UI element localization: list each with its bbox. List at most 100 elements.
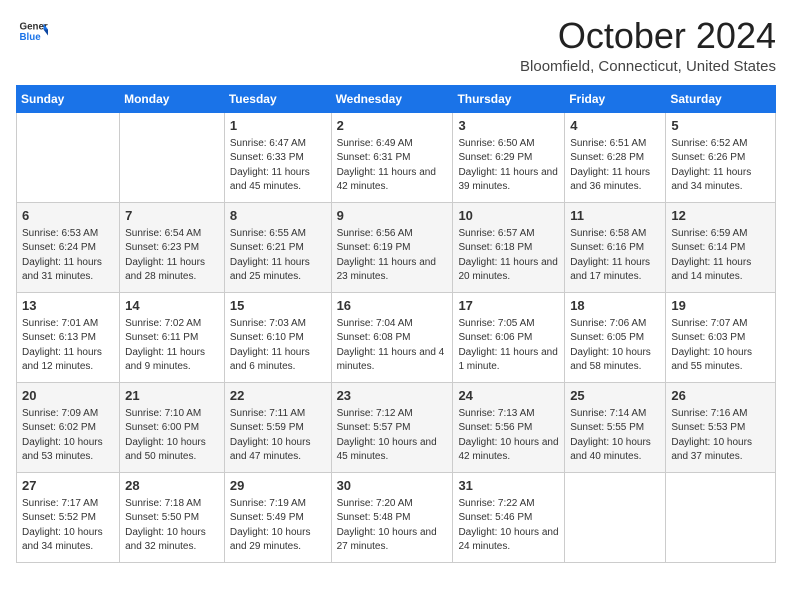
calendar-cell: 23 Sunrise: 7:12 AM Sunset: 5:57 PM Dayli… <box>331 382 453 472</box>
day-number: 15 <box>230 297 326 315</box>
calendar-cell: 19Sunrise: 7:07 AM Sunset: 6:03 PM Dayli… <box>666 292 776 382</box>
day-number: 24 <box>458 387 559 405</box>
calendar-week-1: 1 Sunrise: 6:47 AM Sunset: 6:33 PM Daylig… <box>17 112 776 202</box>
day-info: Sunrise: 7:13 AM Sunset: 5:56 PM Dayligh… <box>458 407 559 465</box>
day-number: 21 <box>125 387 219 405</box>
calendar-week-4: 20Sunrise: 7:09 AM Sunset: 6:02 PM Dayli… <box>17 382 776 472</box>
calendar-cell: 13 Sunrise: 7:01 AM Sunset: 6:13 PM Dayli… <box>17 292 120 382</box>
col-tuesday: Tuesday <box>224 85 331 112</box>
calendar-cell: 16Sunrise: 7:04 AM Sunset: 6:08 PM Dayli… <box>331 292 453 382</box>
day-info: Sunrise: 7:07 AM Sunset: 6:03 PM Dayligh… <box>671 317 770 375</box>
day-number: 11 <box>570 207 660 225</box>
day-number: 17 <box>458 297 559 315</box>
calendar-cell <box>666 472 776 562</box>
calendar-cell: 29 Sunrise: 7:19 AM Sunset: 5:49 PM Dayli… <box>224 472 331 562</box>
calendar-body: 1 Sunrise: 6:47 AM Sunset: 6:33 PM Daylig… <box>17 112 776 562</box>
day-info: Sunrise: 6:47 AM Sunset: 6:33 PM Dayligh… <box>230 137 326 195</box>
col-saturday: Saturday <box>666 85 776 112</box>
col-thursday: Thursday <box>453 85 565 112</box>
day-number: 22 <box>230 387 326 405</box>
day-info: Sunrise: 7:10 AM Sunset: 6:00 PM Dayligh… <box>125 407 219 465</box>
day-info: Sunrise: 7:14 AM Sunset: 5:55 PM Dayligh… <box>570 407 660 465</box>
calendar-cell: 26 Sunrise: 7:16 AM Sunset: 5:53 PM Dayli… <box>666 382 776 472</box>
calendar-cell: 17Sunrise: 7:05 AM Sunset: 6:06 PM Dayli… <box>453 292 565 382</box>
day-info: Sunrise: 7:19 AM Sunset: 5:49 PM Dayligh… <box>230 497 326 555</box>
calendar-cell: 3 Sunrise: 6:50 AM Sunset: 6:29 PM Daylig… <box>453 112 565 202</box>
day-info: Sunrise: 6:54 AM Sunset: 6:23 PM Dayligh… <box>125 227 219 285</box>
calendar-table: Sunday Monday Tuesday Wednesday Thursday… <box>16 85 776 563</box>
day-number: 28 <box>125 477 219 495</box>
day-number: 16 <box>337 297 448 315</box>
day-info: Sunrise: 7:18 AM Sunset: 5:50 PM Dayligh… <box>125 497 219 555</box>
day-number: 23 <box>337 387 448 405</box>
calendar-cell: 14 Sunrise: 7:02 AM Sunset: 6:11 PM Dayli… <box>120 292 225 382</box>
day-info: Sunrise: 7:17 AM Sunset: 5:52 PM Dayligh… <box>22 497 114 555</box>
day-number: 26 <box>671 387 770 405</box>
day-info: Sunrise: 7:22 AM Sunset: 5:46 PM Dayligh… <box>458 497 559 555</box>
calendar-cell: 30 Sunrise: 7:20 AM Sunset: 5:48 PM Dayli… <box>331 472 453 562</box>
calendar-cell: 15 Sunrise: 7:03 AM Sunset: 6:10 PM Dayli… <box>224 292 331 382</box>
month-title: October 2024 <box>520 16 776 56</box>
day-number: 5 <box>671 117 770 135</box>
calendar-cell: 22 Sunrise: 7:11 AM Sunset: 5:59 PM Dayli… <box>224 382 331 472</box>
calendar-cell: 11 Sunrise: 6:58 AM Sunset: 6:16 PM Dayli… <box>565 202 666 292</box>
day-info: Sunrise: 6:51 AM Sunset: 6:28 PM Dayligh… <box>570 137 660 195</box>
day-info: Sunrise: 7:03 AM Sunset: 6:10 PM Dayligh… <box>230 317 326 375</box>
calendar-cell: 31 Sunrise: 7:22 AM Sunset: 5:46 PM Dayli… <box>453 472 565 562</box>
calendar-cell: 9Sunrise: 6:56 AM Sunset: 6:19 PM Daylig… <box>331 202 453 292</box>
calendar-cell: 25Sunrise: 7:14 AM Sunset: 5:55 PM Dayli… <box>565 382 666 472</box>
day-number: 4 <box>570 117 660 135</box>
day-number: 30 <box>337 477 448 495</box>
day-info: Sunrise: 6:53 AM Sunset: 6:24 PM Dayligh… <box>22 227 114 285</box>
calendar-cell: 1 Sunrise: 6:47 AM Sunset: 6:33 PM Daylig… <box>224 112 331 202</box>
page-container: General Blue October 2024 Bloomfield, Co… <box>0 0 792 571</box>
day-number: 20 <box>22 387 114 405</box>
calendar-cell: 2 Sunrise: 6:49 AM Sunset: 6:31 PM Daylig… <box>331 112 453 202</box>
day-info: Sunrise: 6:50 AM Sunset: 6:29 PM Dayligh… <box>458 137 559 195</box>
page-header: General Blue October 2024 Bloomfield, Co… <box>16 16 776 75</box>
calendar-cell <box>17 112 120 202</box>
day-info: Sunrise: 6:55 AM Sunset: 6:21 PM Dayligh… <box>230 227 326 285</box>
calendar-cell: 7 Sunrise: 6:54 AM Sunset: 6:23 PM Daylig… <box>120 202 225 292</box>
day-number: 13 <box>22 297 114 315</box>
calendar-cell: 10Sunrise: 6:57 AM Sunset: 6:18 PM Dayli… <box>453 202 565 292</box>
day-number: 1 <box>230 117 326 135</box>
day-info: Sunrise: 6:56 AM Sunset: 6:19 PM Dayligh… <box>337 227 448 285</box>
day-number: 14 <box>125 297 219 315</box>
day-info: Sunrise: 7:20 AM Sunset: 5:48 PM Dayligh… <box>337 497 448 555</box>
day-number: 12 <box>671 207 770 225</box>
calendar-cell: 20Sunrise: 7:09 AM Sunset: 6:02 PM Dayli… <box>17 382 120 472</box>
calendar-cell <box>565 472 666 562</box>
day-number: 6 <box>22 207 114 225</box>
day-number: 7 <box>125 207 219 225</box>
day-info: Sunrise: 7:01 AM Sunset: 6:13 PM Dayligh… <box>22 317 114 375</box>
calendar-cell: 28 Sunrise: 7:18 AM Sunset: 5:50 PM Dayli… <box>120 472 225 562</box>
day-info: Sunrise: 6:49 AM Sunset: 6:31 PM Dayligh… <box>337 137 448 195</box>
calendar-cell: 5Sunrise: 6:52 AM Sunset: 6:26 PM Daylig… <box>666 112 776 202</box>
day-info: Sunrise: 7:11 AM Sunset: 5:59 PM Dayligh… <box>230 407 326 465</box>
calendar-cell: 8 Sunrise: 6:55 AM Sunset: 6:21 PM Daylig… <box>224 202 331 292</box>
calendar-week-3: 13 Sunrise: 7:01 AM Sunset: 6:13 PM Dayli… <box>17 292 776 382</box>
day-number: 18 <box>570 297 660 315</box>
day-number: 2 <box>337 117 448 135</box>
day-number: 31 <box>458 477 559 495</box>
title-block: October 2024 Bloomfield, Connecticut, Un… <box>520 16 776 75</box>
logo-icon: General Blue <box>18 16 48 46</box>
day-info: Sunrise: 7:02 AM Sunset: 6:11 PM Dayligh… <box>125 317 219 375</box>
calendar-header: Sunday Monday Tuesday Wednesday Thursday… <box>17 85 776 112</box>
day-number: 3 <box>458 117 559 135</box>
logo: General Blue <box>16 16 48 46</box>
day-info: Sunrise: 7:12 AM Sunset: 5:57 PM Dayligh… <box>337 407 448 465</box>
calendar-cell: 24 Sunrise: 7:13 AM Sunset: 5:56 PM Dayli… <box>453 382 565 472</box>
col-sunday: Sunday <box>17 85 120 112</box>
day-info: Sunrise: 7:06 AM Sunset: 6:05 PM Dayligh… <box>570 317 660 375</box>
header-row: Sunday Monday Tuesday Wednesday Thursday… <box>17 85 776 112</box>
day-number: 8 <box>230 207 326 225</box>
day-info: Sunrise: 7:16 AM Sunset: 5:53 PM Dayligh… <box>671 407 770 465</box>
calendar-cell <box>120 112 225 202</box>
day-info: Sunrise: 6:57 AM Sunset: 6:18 PM Dayligh… <box>458 227 559 285</box>
day-info: Sunrise: 6:58 AM Sunset: 6:16 PM Dayligh… <box>570 227 660 285</box>
day-number: 29 <box>230 477 326 495</box>
calendar-week-5: 27Sunrise: 7:17 AM Sunset: 5:52 PM Dayli… <box>17 472 776 562</box>
day-info: Sunrise: 6:59 AM Sunset: 6:14 PM Dayligh… <box>671 227 770 285</box>
